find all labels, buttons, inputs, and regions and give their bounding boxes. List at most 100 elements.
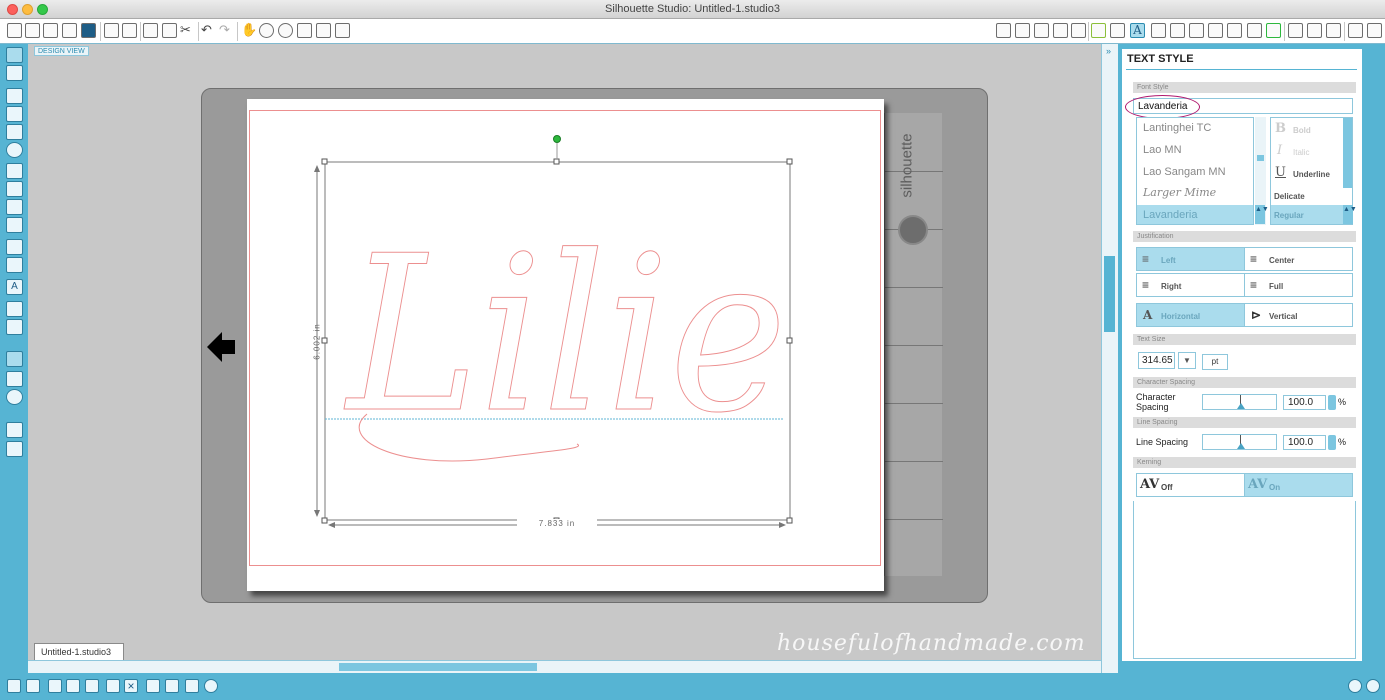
font-list-selected[interactable]: Lavanderia [1137,205,1253,224]
eraser-tool-icon[interactable] [6,301,23,317]
bring-forward-icon[interactable] [85,679,99,693]
justify-center-button[interactable]: ≡ Center [1244,247,1353,271]
transform-icon[interactable] [1189,23,1204,38]
rotate-icon[interactable] [1170,23,1185,38]
offset-quick-icon[interactable] [165,679,179,693]
text-style-icon[interactable]: A [1130,23,1145,38]
point-edit-tool-icon[interactable] [6,65,23,81]
style-list[interactable]: B Bold I Italic U Underline Delicate Reg… [1270,117,1353,225]
orientation-vertical-button[interactable]: ⊳ Vertical [1244,303,1353,327]
registration-marks-icon[interactable] [1053,23,1068,38]
knife-tool-icon[interactable] [6,319,23,335]
undo-icon[interactable]: ↶ [201,23,216,38]
registration-quick-icon[interactable] [204,679,218,693]
font-list-item[interactable]: Larger Mime [1143,186,1216,199]
fill-color-icon[interactable] [996,23,1011,38]
line-spacing-slider[interactable] [1202,434,1277,450]
weld-icon[interactable] [146,679,160,693]
character-spacing-input[interactable]: 100.0 [1283,395,1326,410]
online-store-icon[interactable] [6,389,23,405]
save-to-library-icon[interactable] [81,23,96,38]
justify-left-button[interactable]: ≡ Left [1136,247,1245,271]
duplicate-icon[interactable] [106,679,120,693]
print-icon[interactable] [104,23,119,38]
knife-icon[interactable] [1247,23,1262,38]
trace-quick-icon[interactable] [185,679,199,693]
lilie-text-object[interactable]: Lilie [247,99,884,591]
smooth-freehand-tool-icon[interactable] [6,217,23,233]
new-document-icon[interactable] [7,23,22,38]
polygon-tool-icon[interactable] [6,163,23,179]
modify-icon[interactable] [1227,23,1242,38]
panel-collapse-icon[interactable]: » [1106,46,1111,56]
split-view-icon[interactable] [6,441,23,457]
cut-scissors-icon[interactable]: ✂ [180,23,195,38]
offset-icon[interactable] [1151,23,1166,38]
ungroup-icon[interactable] [26,679,40,693]
zoom-selection-icon[interactable] [297,23,312,38]
vertical-scrollbar[interactable]: » [1101,44,1118,674]
design-store-icon[interactable] [1326,23,1341,38]
drag-zoom-icon[interactable] [316,23,331,38]
rounded-rectangle-tool-icon[interactable] [6,124,23,140]
horizontal-scroll-thumb[interactable] [339,663,537,671]
regular-polygon-tool-icon[interactable] [6,257,23,273]
cutter-icon[interactable] [1367,23,1382,38]
line-spacing-input[interactable]: 100.0 [1283,435,1326,450]
horizontal-scrollbar[interactable] [28,660,1101,673]
open-folder-icon[interactable] [25,23,40,38]
zoom-out-icon[interactable] [278,23,293,38]
line-style-icon[interactable] [1110,23,1125,38]
character-spacing-stepper[interactable] [1328,395,1336,410]
font-list-item[interactable]: Lao MN [1143,144,1182,156]
justify-full-button[interactable]: ≡ Full [1244,273,1353,297]
font-list-spin-icon[interactable]: ▲▼ [1255,205,1269,224]
page-settings-icon[interactable] [1015,23,1030,38]
arc-tool-icon[interactable] [6,239,23,255]
send-icon[interactable] [1348,23,1363,38]
curve-tool-icon[interactable] [6,181,23,197]
open-library-icon[interactable] [43,23,58,38]
orientation-horizontal-button[interactable]: A Horizontal [1136,303,1245,327]
send-to-cutter-icon[interactable] [122,23,137,38]
store-icon[interactable] [1307,23,1322,38]
style-list-selected[interactable]: Regular [1271,205,1352,224]
font-list[interactable]: Lantinghei TC Lao MN Lao Sangam MN Large… [1136,117,1254,225]
line-color-icon[interactable] [1091,23,1106,38]
library-icon[interactable] [1288,23,1303,38]
trace-icon[interactable] [1071,23,1086,38]
text-size-input[interactable]: 314.65 [1138,352,1175,369]
style-list-spin-icon[interactable]: ▲▼ [1343,205,1357,224]
replicate-icon[interactable] [1208,23,1223,38]
select-tool-icon[interactable] [6,47,23,63]
style-list-scrollbar[interactable] [1343,118,1352,188]
pan-hand-icon[interactable]: ✋ [241,23,257,38]
design-view-icon[interactable] [6,351,23,367]
compound-path-icon[interactable] [48,679,62,693]
cut-settings-icon[interactable] [1266,23,1281,38]
line-spacing-stepper[interactable] [1328,435,1336,450]
delete-icon[interactable]: × [124,679,138,693]
redo-icon[interactable]: ↷ [219,23,234,38]
fit-to-window-icon[interactable] [335,23,350,38]
grid-settings-icon[interactable] [1034,23,1049,38]
font-list-item[interactable]: Lantinghei TC [1143,122,1211,134]
page-canvas[interactable]: 6.002 in 7.833 in Lilie [247,99,884,591]
text-size-unit[interactable]: pt [1202,354,1228,370]
save-icon[interactable] [62,23,77,38]
settings-gear-icon[interactable] [1348,679,1362,693]
ellipse-tool-icon[interactable] [6,142,23,158]
kerning-off-button[interactable]: AV Off [1136,473,1245,497]
text-size-dropdown-icon[interactable]: ▼ [1178,352,1196,369]
library-view-icon[interactable] [6,371,23,387]
line-tool-icon[interactable] [6,88,23,104]
document-tab[interactable]: Untitled-1.studio3 [34,643,125,660]
release-compound-icon[interactable] [66,679,80,693]
justify-right-button[interactable]: ≡ Right [1136,273,1245,297]
paste-icon[interactable] [162,23,177,38]
rectangle-tool-icon[interactable] [6,106,23,122]
group-icon[interactable] [7,679,21,693]
kerning-on-button[interactable]: AV On [1244,473,1353,497]
text-tool-icon[interactable]: A [6,279,23,295]
vertical-scroll-thumb[interactable] [1104,256,1115,332]
